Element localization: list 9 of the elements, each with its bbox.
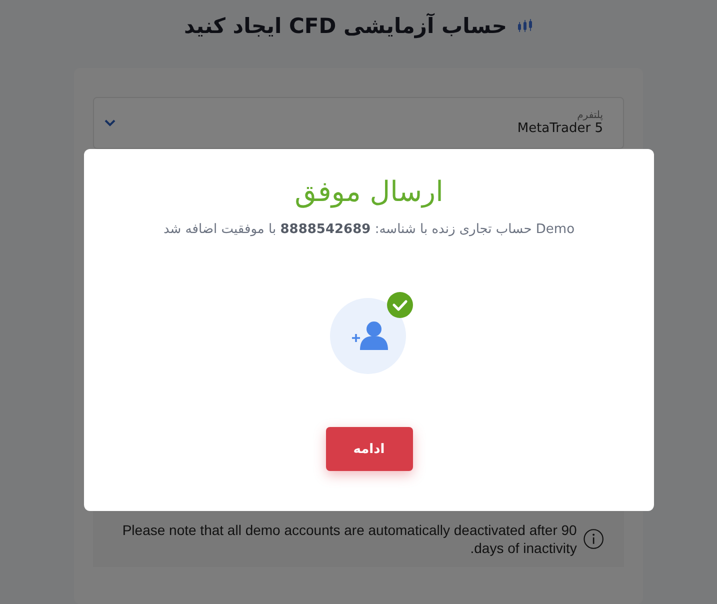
- candlestick-icon: [517, 18, 533, 34]
- dialog-title: ارسال موفق: [294, 175, 444, 208]
- page-title: حساب آزمایشی CFD ایجاد کنید: [184, 14, 507, 38]
- info-icon: [582, 526, 604, 552]
- chevron-down-icon: [104, 119, 116, 127]
- notice-text: Please note that all demo accounts are automatically deactivated after 90 days of inactivity.: [121, 521, 577, 557]
- field-label: پلتفرم: [577, 110, 603, 121]
- field-value: MetaTrader 5: [517, 121, 603, 136]
- continue-button[interactable]: ادامه: [326, 427, 412, 471]
